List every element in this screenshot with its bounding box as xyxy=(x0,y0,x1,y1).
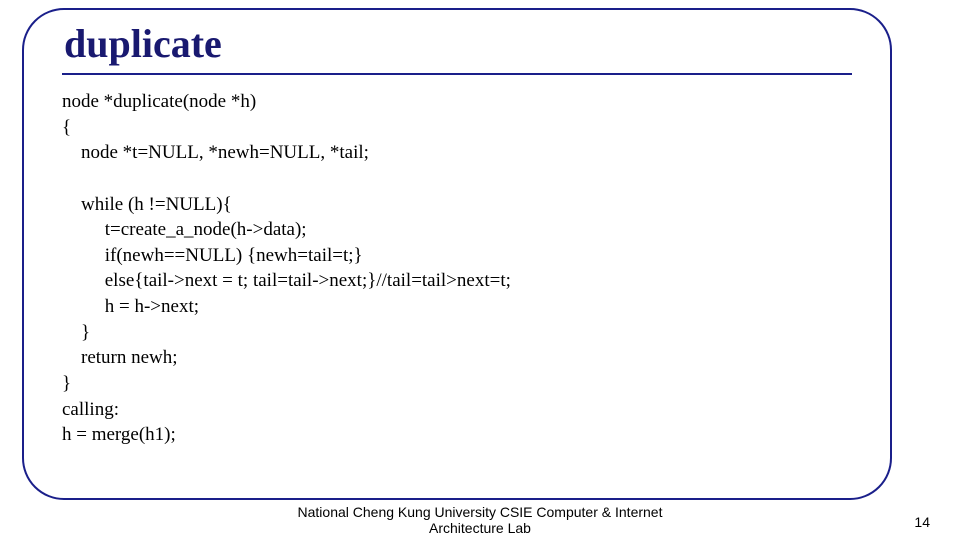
footer-text: National Cheng Kung University CSIE Comp… xyxy=(265,504,695,536)
code-block: node *duplicate(node *h) { node *t=NULL,… xyxy=(62,89,852,448)
slide-frame: duplicate node *duplicate(node *h) { nod… xyxy=(22,8,892,500)
page-number: 14 xyxy=(914,514,930,530)
slide-title: duplicate xyxy=(64,20,852,67)
footer: National Cheng Kung University CSIE Comp… xyxy=(0,504,960,536)
title-divider xyxy=(62,73,852,75)
